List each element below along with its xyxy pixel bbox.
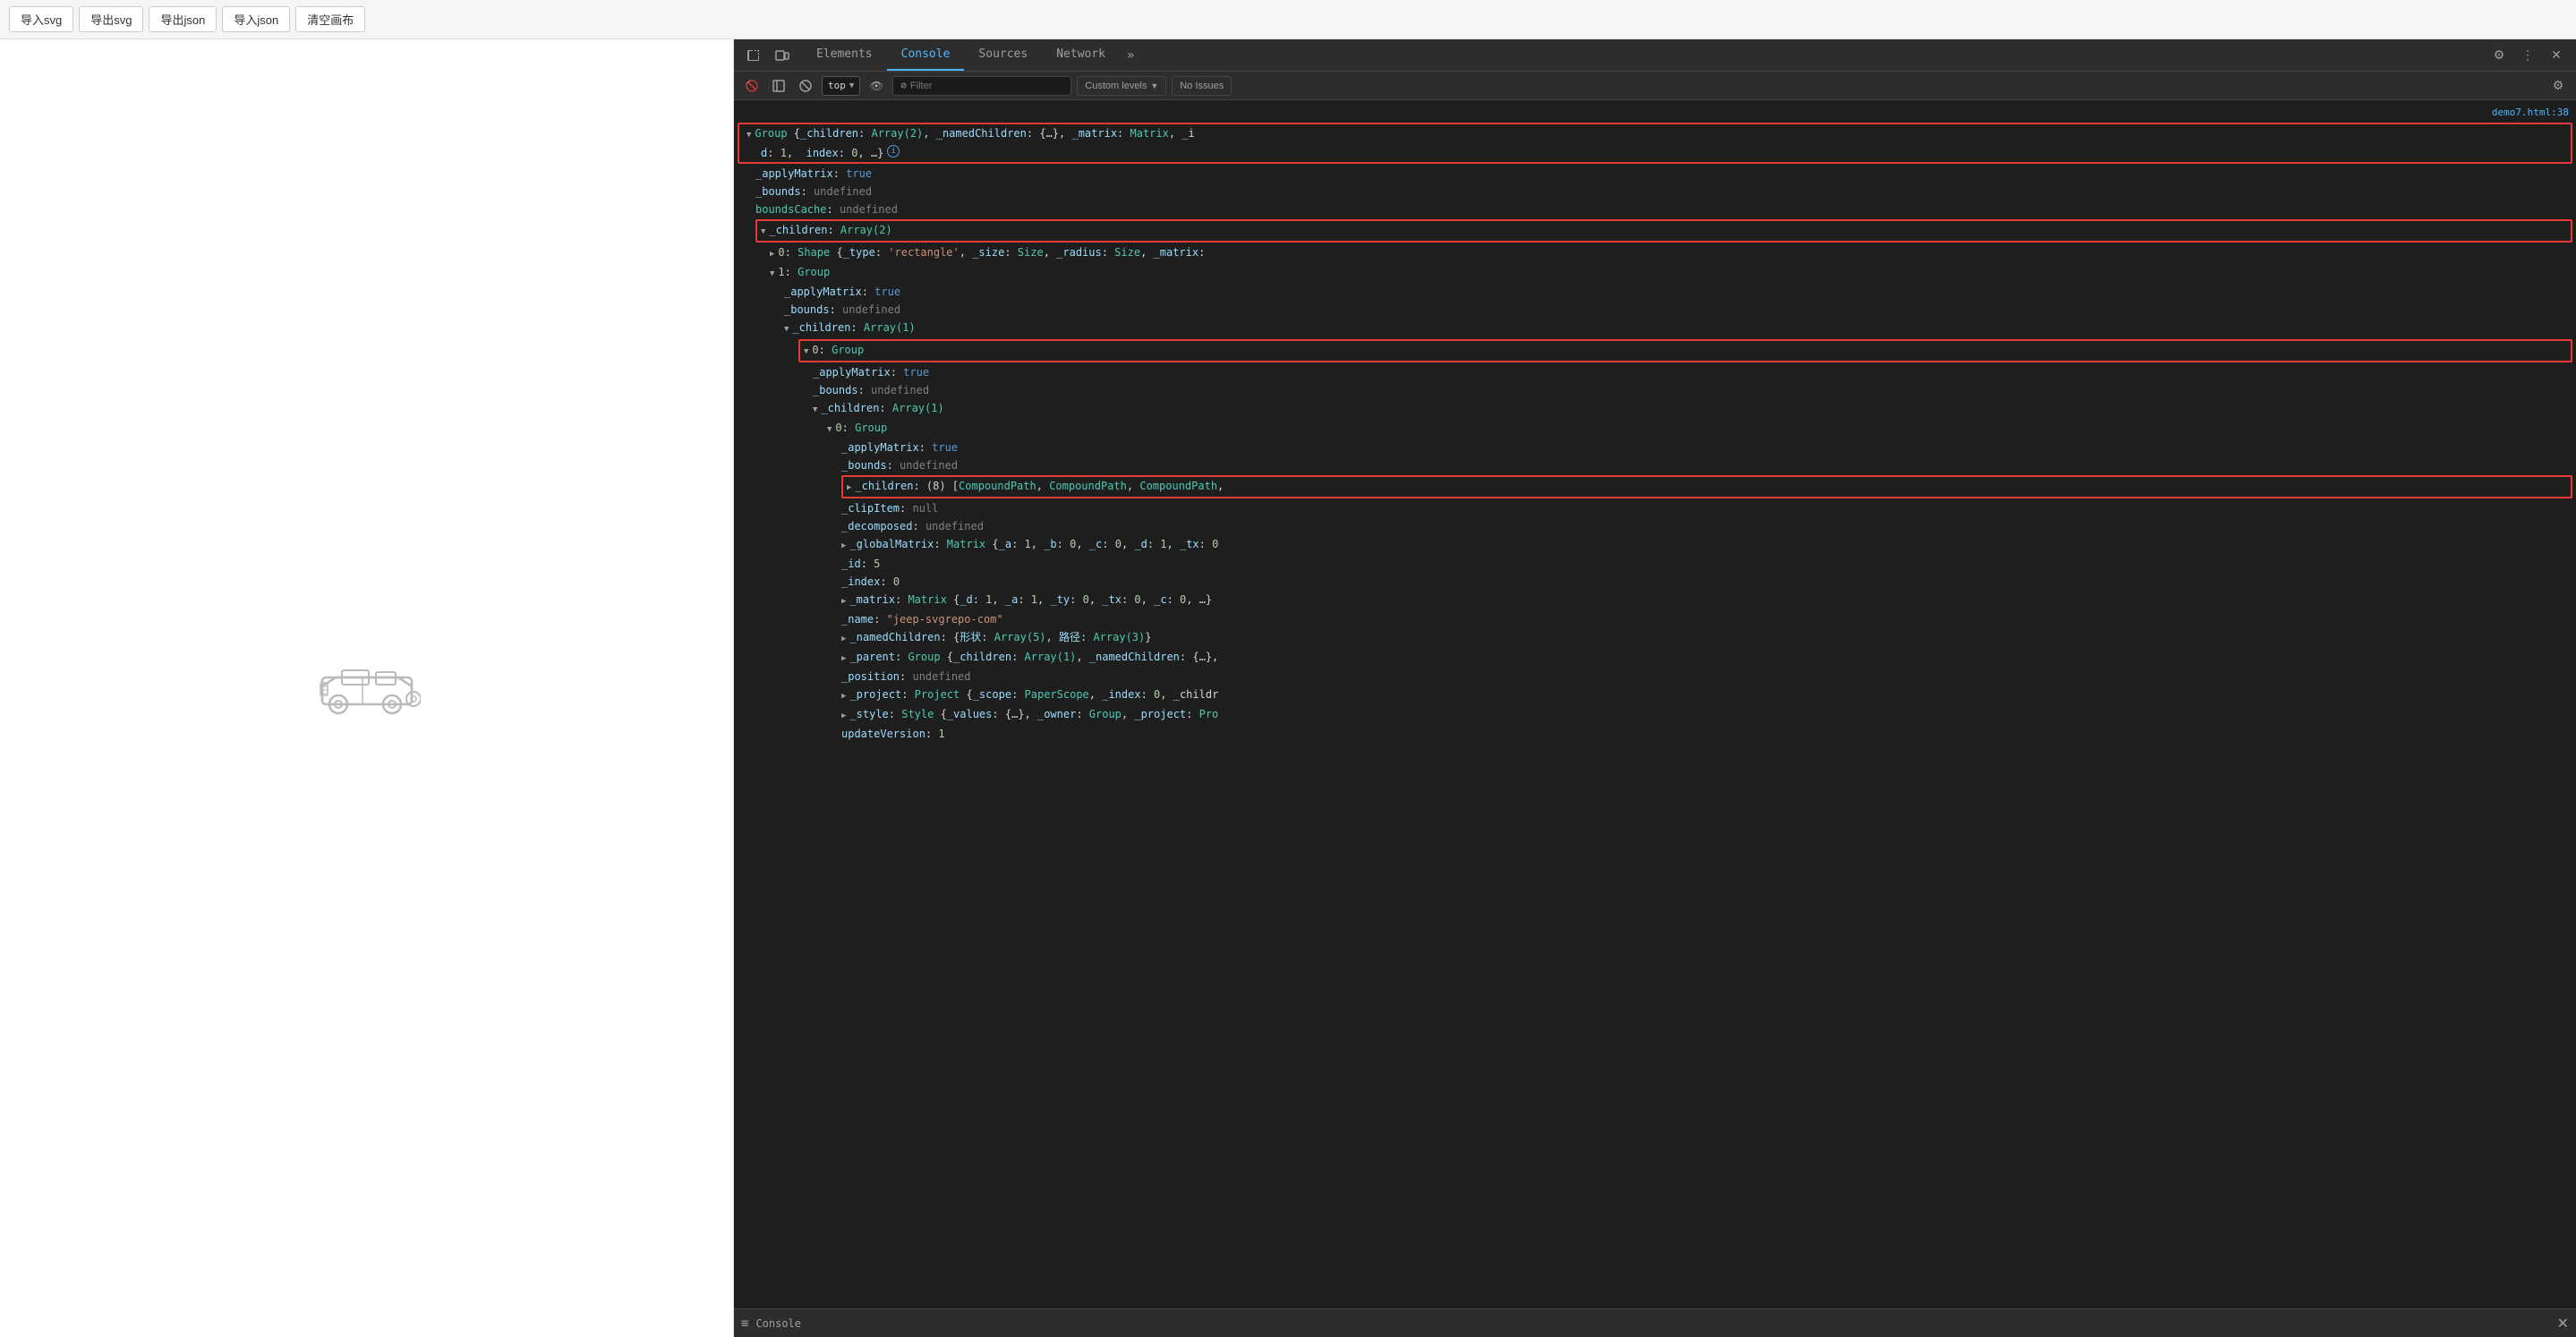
devtools-panel: Elements Console Sources Network » ⚙ ⋮ ✕… xyxy=(734,39,2576,1337)
canvas-content xyxy=(0,39,733,1337)
source-link[interactable]: demo7.html:38 xyxy=(2492,105,2569,121)
info-icon-root[interactable]: i xyxy=(887,145,900,158)
arrow-children-8[interactable] xyxy=(847,478,851,496)
arrow-style[interactable] xyxy=(841,706,846,724)
decomposed-row: _decomposed : undefined xyxy=(734,517,2576,535)
children-array-row-3[interactable]: _children : Array(1) xyxy=(734,399,2576,419)
apply-matrix-row-2: _applyMatrix : true xyxy=(734,283,2576,301)
arrow-children[interactable] xyxy=(761,222,765,240)
import-svg-button[interactable]: 导入svg xyxy=(9,6,73,32)
main-toolbar: 导入svg 导出svg 导出json 导入json 清空画布 xyxy=(0,0,2576,39)
no-issues-button[interactable]: No Issues xyxy=(1172,76,1232,96)
main-area: Elements Console Sources Network » ⚙ ⋮ ✕… xyxy=(0,39,2576,1337)
import-json-button[interactable]: 导入json xyxy=(222,6,290,32)
console-settings-button[interactable]: ⚙ xyxy=(2547,75,2569,97)
filter-icon: ⊘ xyxy=(900,80,907,91)
tab-elements[interactable]: Elements xyxy=(802,39,887,71)
update-version-row: updateVersion : 1 xyxy=(734,725,2576,743)
tab-console[interactable]: Console xyxy=(887,39,965,71)
export-json-button[interactable]: 导出json xyxy=(149,6,217,32)
console-close-button[interactable]: ✕ xyxy=(2557,1315,2569,1333)
bounds-cache-row: boundsCache : undefined xyxy=(734,200,2576,218)
top-context-label: top xyxy=(828,80,846,91)
devtools-icon-group xyxy=(734,43,802,68)
console-sidebar-icon[interactable]: ≡ xyxy=(741,1316,748,1331)
console-bottom-label: Console xyxy=(755,1317,801,1330)
clear-console-button[interactable]: 🚫 xyxy=(741,75,763,97)
bounds-row-4: _bounds : undefined xyxy=(734,456,2576,474)
inner-group-box: 0 : Group xyxy=(798,339,2572,362)
inspect-element-button[interactable] xyxy=(741,43,766,68)
tab-sources[interactable]: Sources xyxy=(964,39,1042,71)
custom-levels-button[interactable]: Custom levels ▼ xyxy=(1077,76,1166,96)
jeep-icon xyxy=(313,652,421,724)
matrix-row[interactable]: _matrix : Matrix { _d : 1 , _a : 1 , _ty… xyxy=(734,591,2576,610)
sidebar-toggle-button[interactable] xyxy=(768,75,789,97)
clipitem-row: _clipItem : null xyxy=(734,499,2576,517)
devtools-tabs: Elements Console Sources Network » xyxy=(802,39,1141,71)
arrow-project[interactable] xyxy=(841,686,846,704)
children-8-row[interactable]: _children : (8) [ CompoundPath , Compoun… xyxy=(843,477,2571,497)
filter-box: ⊘ xyxy=(892,76,1071,96)
bounds-row-1: _bounds : undefined xyxy=(734,183,2576,200)
canvas-area xyxy=(0,39,734,1337)
devtools-topbar: Elements Console Sources Network » ⚙ ⋮ ✕ xyxy=(734,39,2576,72)
children-array-box: _children : Array(2) xyxy=(755,219,2572,243)
arrow-inner-group[interactable] xyxy=(804,342,808,360)
device-toggle-button[interactable] xyxy=(770,43,795,68)
arrow-children-2[interactable] xyxy=(784,319,789,337)
devtools-tab-actions: ⚙ ⋮ ✕ xyxy=(2486,43,2576,68)
eye-button[interactable]: 👁 xyxy=(866,75,887,97)
devtools-settings-button[interactable]: ⚙ xyxy=(2486,43,2512,68)
arrow-children-3[interactable] xyxy=(813,400,817,418)
no-errors-button[interactable] xyxy=(795,75,816,97)
arrow-parent[interactable] xyxy=(841,649,846,667)
tab-network[interactable]: Network xyxy=(1042,39,1120,71)
devtools-close-button[interactable]: ✕ xyxy=(2544,43,2569,68)
apply-matrix-row-4: _applyMatrix : true xyxy=(734,439,2576,456)
index-row: _index : 0 xyxy=(734,573,2576,591)
id-row: _id : 5 xyxy=(734,555,2576,573)
console-output[interactable]: demo7.html:38 Group { _children : Array(… xyxy=(734,100,2576,1308)
clear-canvas-button[interactable]: 清空画布 xyxy=(295,6,365,32)
named-children-row[interactable]: _namedChildren : { 形状 : Array(5) , 路径 : … xyxy=(734,628,2576,648)
children-8-box: _children : (8) [ CompoundPath , Compoun… xyxy=(841,475,2572,498)
bounds-row-2: _bounds : undefined xyxy=(734,301,2576,319)
apply-matrix-row-3: _applyMatrix : true xyxy=(734,363,2576,381)
position-row: _position : undefined xyxy=(734,668,2576,686)
root-group-row2: d : 1 , index : 0 , …} i xyxy=(739,144,2571,162)
arrow-shape[interactable] xyxy=(770,244,774,262)
inner-group-row[interactable]: 0 : Group xyxy=(800,341,2571,361)
more-tabs-button[interactable]: » xyxy=(1120,48,1141,63)
name-row: _name : "jeep-svgrepo-com" xyxy=(734,610,2576,628)
arrow-global-matrix[interactable] xyxy=(841,536,846,554)
console-toolbar: 🚫 top ▼ 👁 ⊘ xyxy=(734,72,2576,100)
source-link-line: demo7.html:38 xyxy=(734,104,2576,122)
export-svg-button[interactable]: 导出svg xyxy=(79,6,143,32)
console-bottombar: ≡ Console ✕ xyxy=(734,1308,2576,1337)
devtools-more-button[interactable]: ⋮ xyxy=(2515,43,2540,68)
root-group-box: Group { _children : Array(2) , _namedChi… xyxy=(738,123,2572,164)
root-group-row[interactable]: Group { _children : Array(2) , _namedChi… xyxy=(739,124,2571,144)
style-row[interactable]: _style : Style { _values : {…}, _owner :… xyxy=(734,705,2576,725)
arrow-named-children[interactable] xyxy=(841,629,846,647)
shape-row[interactable]: 0 : Shape { _type : 'rectangle' , _size … xyxy=(734,243,2576,263)
arrow-deep-group[interactable] xyxy=(827,420,832,438)
project-row[interactable]: _project : Project { _scope : PaperScope… xyxy=(734,686,2576,705)
top-context-arrow: ▼ xyxy=(849,81,854,90)
parent-row[interactable]: _parent : Group { _children : Array(1) ,… xyxy=(734,648,2576,668)
group1-row[interactable]: 1 : Group xyxy=(734,263,2576,283)
global-matrix-row[interactable]: _globalMatrix : Matrix { _a : 1 , _b : 0… xyxy=(734,535,2576,555)
children-array-row-2[interactable]: _children : Array(1) xyxy=(734,319,2576,338)
apply-matrix-row-1: _applyMatrix : true xyxy=(734,165,2576,183)
arrow-root[interactable] xyxy=(746,125,751,143)
arrow-matrix[interactable] xyxy=(841,592,846,609)
deep-group-row[interactable]: 0 : Group xyxy=(734,419,2576,439)
arrow-group1[interactable] xyxy=(770,264,774,282)
children-array-row[interactable]: _children : Array(2) xyxy=(757,221,2571,241)
filter-input[interactable] xyxy=(910,81,1063,91)
bounds-row-3: _bounds : undefined xyxy=(734,381,2576,399)
top-context-selector[interactable]: top ▼ xyxy=(822,76,860,96)
